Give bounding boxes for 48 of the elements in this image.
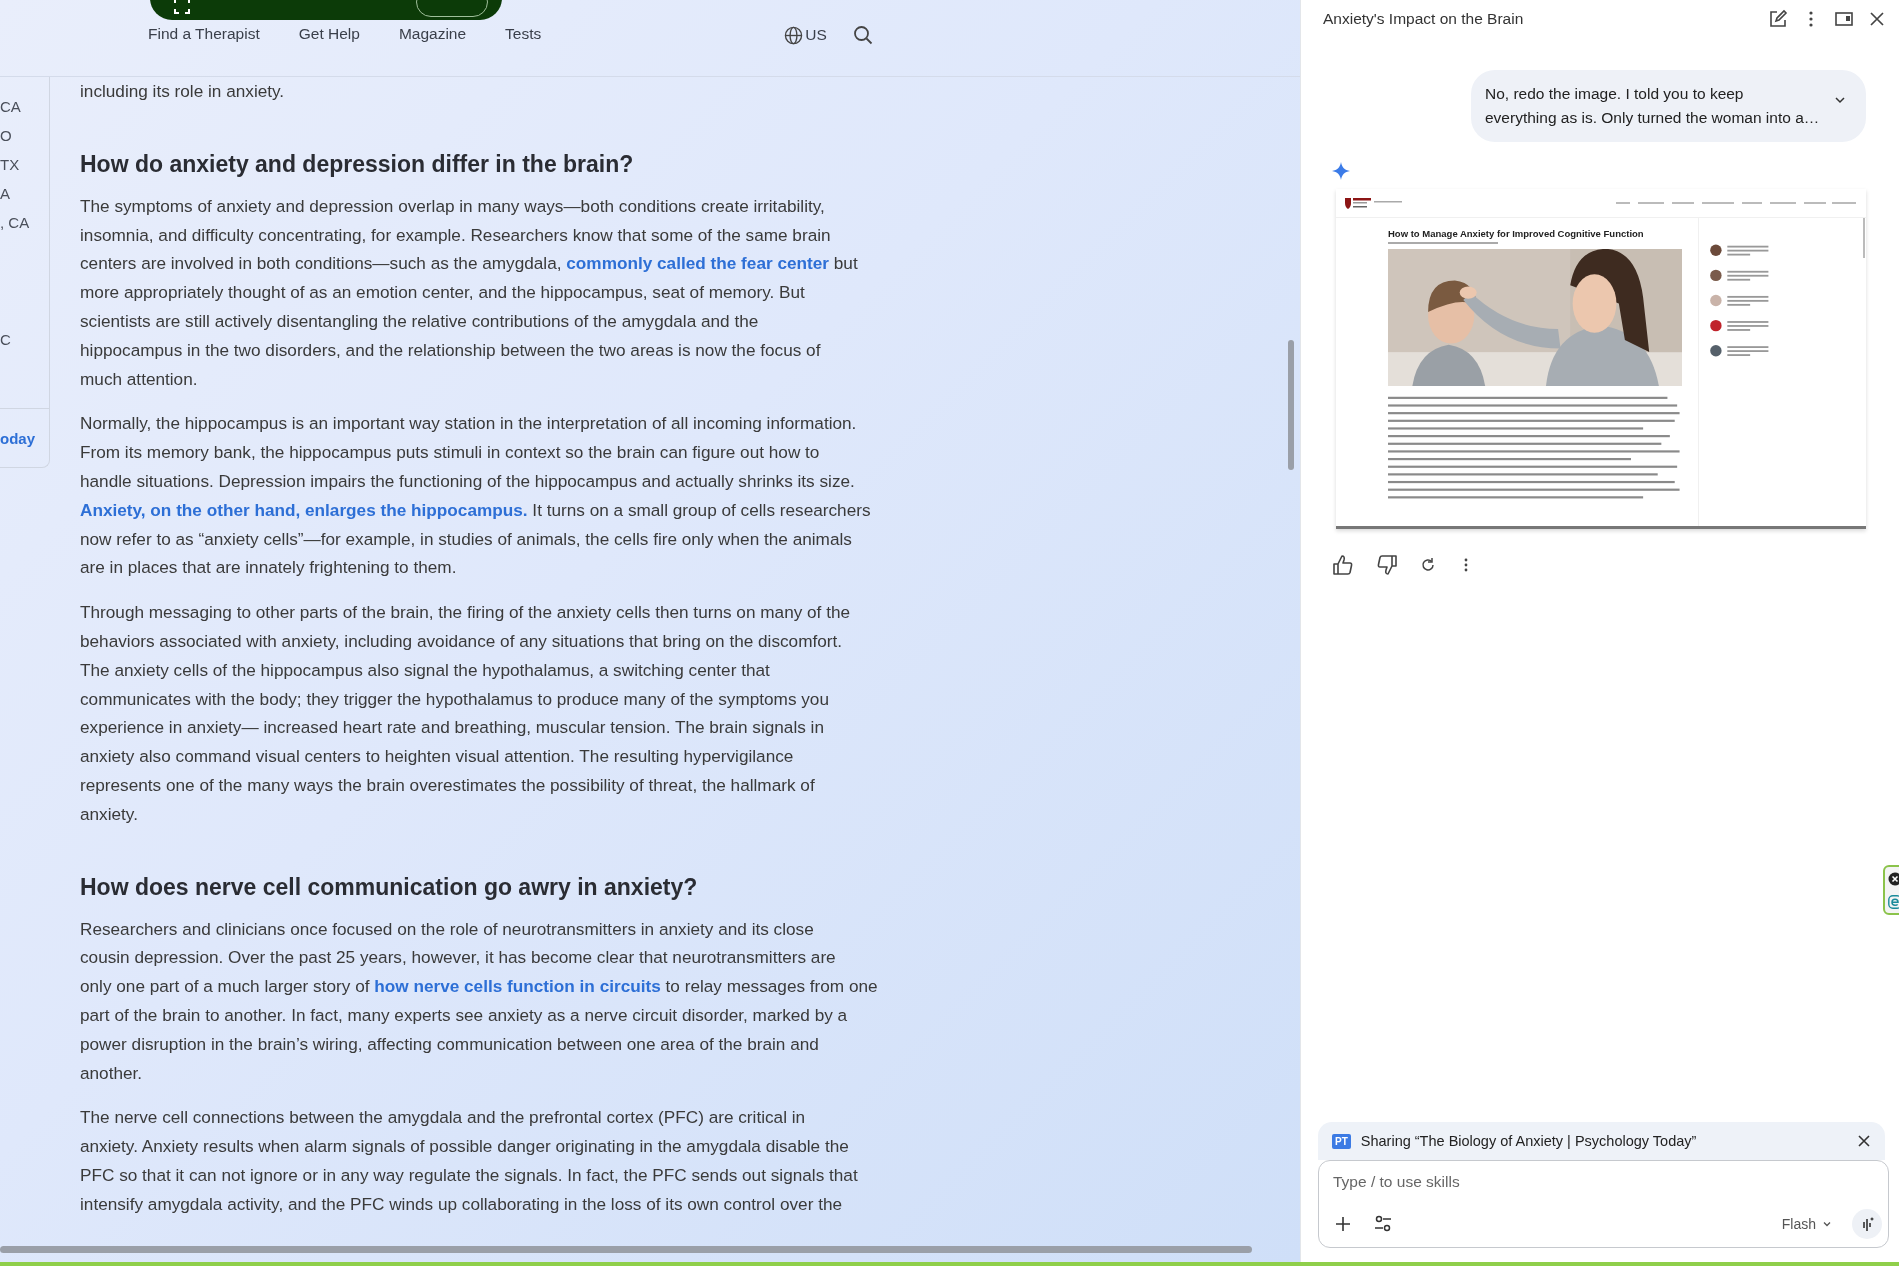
paragraph: The symptoms of anxiety and depression overlap in many ways—both conditions create irritability, insomnia, and difficulty concentrating, for example. Researchers know that some of the same brain centers are involved in both conditions—such as the amygdala, commonly called the fear center but more appropriately thought of as an emotion center, and the hippocampus, seat of memory. But scientists are still actively disentangling the relative contributions of the amygdala and the hippocampus in the two disorders, and the relationship between the two areas is now the focus of much attention.	[80, 194, 859, 391]
sharing-label: Sharing “The Biology of Anxiety | Psychology Today”	[1360, 1133, 1698, 1149]
sidebar-link[interactable]: O	[0, 121, 49, 150]
tools-icon[interactable]	[1373, 1214, 1393, 1234]
edit-icon[interactable]	[1768, 9, 1788, 29]
search-icon[interactable]	[852, 25, 873, 45]
voice-button[interactable]	[1852, 1209, 1882, 1239]
paragraph: Researchers and clinicians once focused on the role of neurotransmitters in anxiety and its close cousin depression. Over the past 25 years, however, it has become clear that neurotransmitters are only one part of a much larger story of how nerve cells function in circuits to relay messages from one part of the brain to another. In fact, many experts see anxiety as a nerve circuit disorder, marked by a power disruption in the brain’s wiring, affecting communication between one area of the brain and another.	[80, 917, 878, 1085]
globe-icon	[784, 25, 804, 45]
sidebar-link[interactable]: C	[0, 325, 49, 354]
caret-icon	[1822, 1219, 1832, 1229]
model-dropdown[interactable]: Flash	[1781, 1216, 1832, 1232]
extension-icon[interactable]	[1888, 894, 1899, 909]
nav-link[interactable]: Find a Therapist	[148, 25, 260, 43]
text-link[interactable]: Anxiety, on the other hand, enlarges the hippocampus.	[80, 499, 528, 520]
user-message: No, redo the image. I told you to keep everything as is. Only turned the woman into a…	[1485, 84, 1820, 128]
paragraph: The nerve cell connections between the amygdala and the prefrontal cortex (PFC) are critical in anxiety. Anxiety results when alarm signals of possible danger originating in the amygdala disable the PFC so that it can not ignore or in any way regulate the signals. In fact, the PFC sends out signals that intensify amygdala activity, and the PFC winds up collaborating in the loss of its own control over the	[80, 1106, 859, 1216]
site-badge: PT	[1332, 1133, 1351, 1149]
section-heading: How does nerve cell communication go awry in anxiety?	[80, 872, 699, 902]
chat-title: Anxiety's Impact on the Brain	[1323, 10, 1524, 28]
refresh-icon[interactable]	[1420, 557, 1436, 573]
sidebar-link[interactable]: oday	[0, 429, 35, 447]
close-icon[interactable]	[1857, 1134, 1871, 1148]
chevron-down-icon[interactable]	[1834, 94, 1846, 106]
nav-link[interactable]: Tests	[505, 25, 542, 43]
nav-link[interactable]: Magazine	[398, 25, 467, 43]
paragraph: including its role in anxiety.	[80, 80, 286, 103]
side-panel-icon[interactable]	[1834, 9, 1854, 29]
logo-drawing	[1344, 196, 1404, 210]
bracket-icon	[174, 0, 190, 14]
article-title: How to Manage Anxiety for Improved Cognitive Function	[1388, 228, 1645, 239]
sidebar-link[interactable]: TX	[0, 150, 49, 179]
text-link[interactable]: commonly called the fear center	[566, 253, 829, 274]
text-link[interactable]: how nerve cells function in circuits	[374, 976, 661, 997]
thumbs-up-icon[interactable]	[1332, 554, 1354, 576]
thumbs-down-icon[interactable]	[1376, 554, 1398, 576]
prompt-field[interactable]: Type / to use skills Flash	[1318, 1160, 1889, 1248]
region-selector[interactable]: US	[784, 25, 827, 45]
paragraph: Through messaging to other parts of the brain, the firing of the anxiety cells then turns on many of the behaviors associated with anxiety, including avoidance of any situations that bring on the discomfort. The anxiety cells of the hippocampus also signal the hypothalamus, a switching center that communicates with the body; they trigger the hypothalamus to produce many of the symptoms you experience in anxiety— increased heart rate and breathing, muscular tension. The brain signals in anxiety also command visual centers to heighten visual attention. The resulting hypervigilance represents one of the many ways the brain overestimates the possibility of threat, the hallmark of anxiety.	[80, 601, 852, 826]
sidebar-link[interactable]: , CA	[0, 208, 49, 237]
paragraph: Normally, the hippocampus is an important way station in the interpretation of all incoming information. From its memory bank, the hippocampus puts stimuli in context so the brain can figure out how to handle situations. Depression impairs the functioning of the hippocampus and actually shrinks its size. Anxiety, on the other hand, enlarges the hippocampus. It turns on a small group of cells researchers now refer to as “anxiety cells”—for example, in studies of animals, the cells fire only when the animals are in places that are innately frightening to them.	[80, 412, 872, 580]
sidebar-link[interactable]: CA	[0, 92, 49, 121]
section-heading: How do anxiety and depression differ in the brain?	[80, 149, 635, 179]
sparkle-icon	[1332, 162, 1350, 180]
plus-icon[interactable]	[1333, 1214, 1353, 1234]
sidebar-link[interactable]: A	[0, 179, 49, 208]
nav-link[interactable]: Get Help	[298, 25, 360, 43]
extension-widget[interactable]	[1883, 865, 1899, 915]
